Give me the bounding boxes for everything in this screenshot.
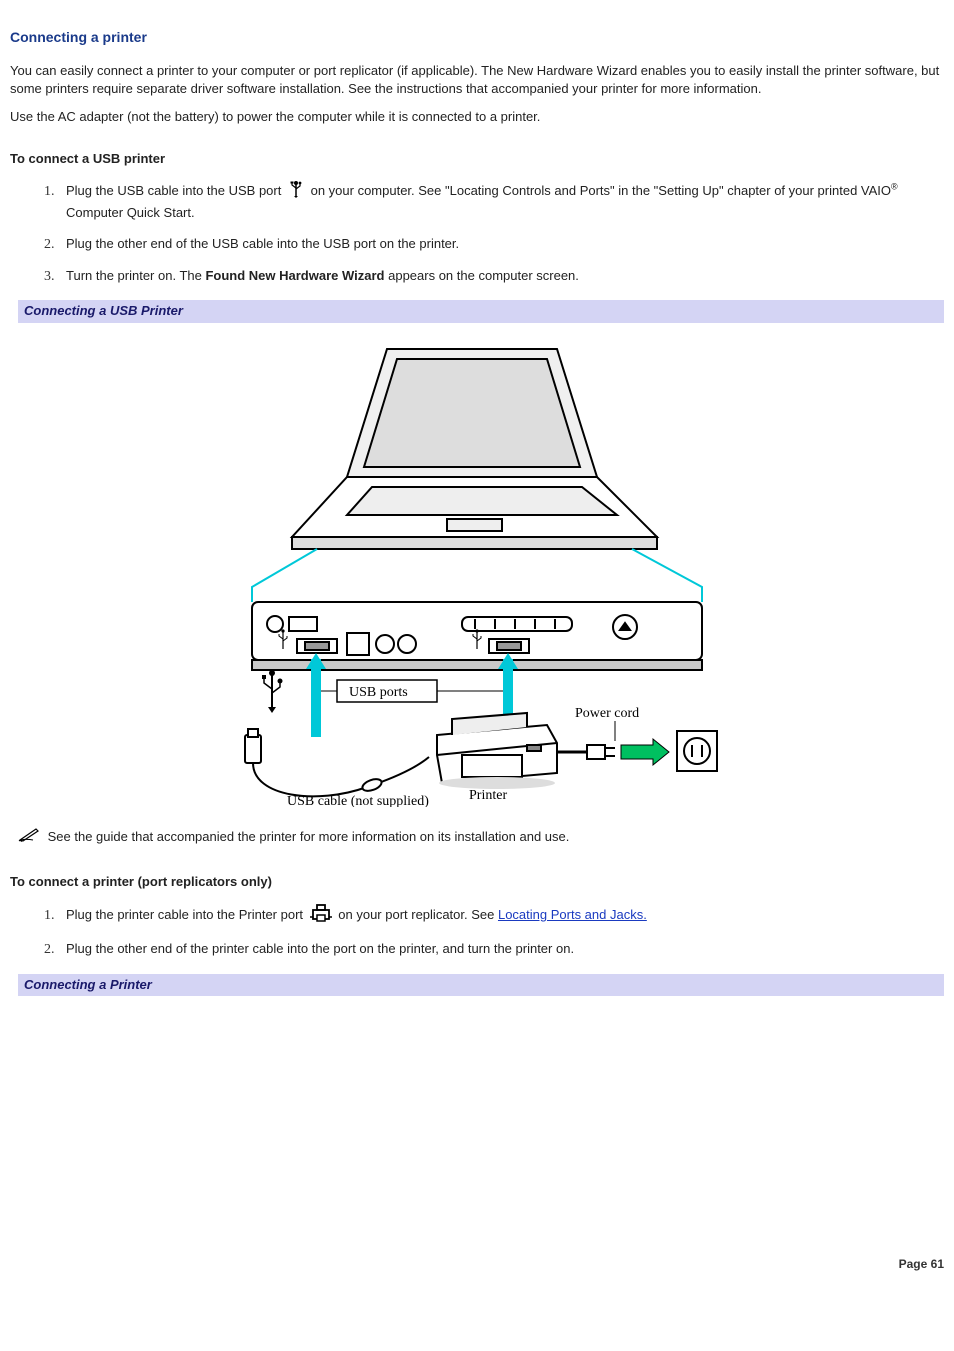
- step-text: on your port replicator. See: [338, 907, 498, 922]
- locating-ports-link[interactable]: Locating Ports and Jacks.: [498, 907, 647, 922]
- note-row: See the guide that accompanied the print…: [10, 826, 944, 849]
- printer-port-icon: [310, 903, 332, 928]
- label-usb-cable: USB cable (not supplied): [287, 794, 429, 807]
- intro-paragraph-1: You can easily connect a printer to your…: [10, 62, 944, 98]
- step-text: Turn the printer on. The: [66, 268, 205, 283]
- note-pencil-icon: [18, 826, 40, 847]
- usb-step-1: Plug the USB cable into the USB port on …: [58, 180, 944, 223]
- figure-caption-2: Connecting a Printer: [10, 974, 944, 996]
- step-text: Plug the USB cable into the USB port: [66, 183, 285, 198]
- step-text: Computer Quick Start.: [66, 205, 195, 220]
- usb-subheading: To connect a USB printer: [10, 150, 944, 168]
- usb-step-2: Plug the other end of the USB cable into…: [58, 235, 944, 255]
- label-usb-ports: USB ports: [349, 685, 408, 700]
- label-power-cord: Power cord: [575, 706, 639, 721]
- step-text: on your computer. See "Locating Controls…: [311, 183, 891, 198]
- usb-steps-list: Plug the USB cable into the USB port on …: [10, 180, 944, 286]
- step-text: Plug the other end of the USB cable into…: [66, 236, 459, 251]
- label-printer: Printer: [469, 788, 507, 803]
- step-text: Plug the printer cable into the Printer …: [66, 907, 307, 922]
- port-step-2: Plug the other end of the printer cable …: [58, 940, 944, 960]
- port-steps-list: Plug the printer cable into the Printer …: [10, 903, 944, 960]
- usb-step-3: Turn the printer on. The Found New Hardw…: [58, 267, 944, 287]
- step-text: appears on the computer screen.: [385, 268, 579, 283]
- port-subheading: To connect a printer (port replicators o…: [10, 873, 944, 891]
- page-number: Page 61: [10, 1256, 944, 1273]
- usb-icon: [288, 180, 304, 203]
- step-text: Plug the other end of the printer cable …: [66, 941, 574, 956]
- diagram-svg: USB ports Power cord Printer: [197, 337, 757, 807]
- section-title: Connecting a printer: [10, 28, 944, 48]
- port-step-1: Plug the printer cable into the Printer …: [58, 903, 944, 928]
- note-text: See the guide that accompanied the print…: [48, 829, 570, 844]
- registered-mark: ®: [891, 182, 898, 192]
- intro-paragraph-2: Use the AC adapter (not the battery) to …: [10, 108, 944, 126]
- figure-usb-printer: USB ports Power cord Printer: [10, 337, 944, 812]
- wizard-name: Found New Hardware Wizard: [205, 268, 384, 283]
- figure-caption-1: Connecting a USB Printer: [10, 300, 944, 322]
